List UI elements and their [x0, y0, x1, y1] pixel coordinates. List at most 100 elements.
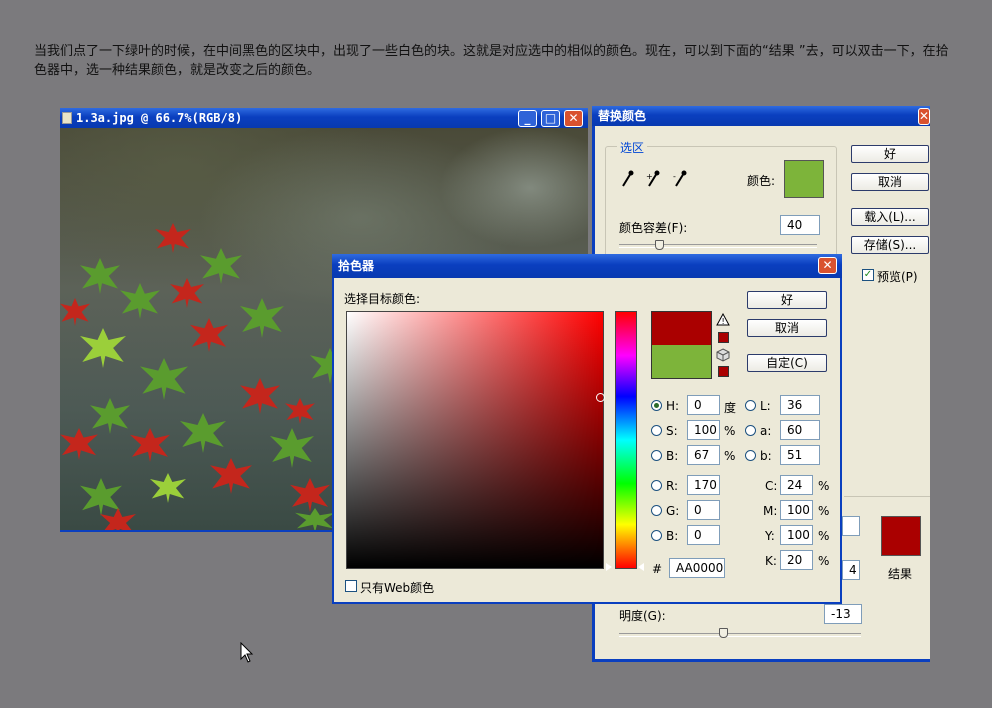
web-only-label: 只有Web颜色: [360, 581, 435, 595]
leaf: [170, 278, 204, 308]
brightness-field[interactable]: 67: [687, 445, 720, 465]
saturation-field[interactable]: 4: [842, 560, 860, 580]
replace-color-close-button[interactable]: ✕: [918, 108, 930, 125]
mouse-pointer-icon: [240, 641, 254, 664]
yellow-label: Y:: [765, 529, 775, 543]
gamut-color-swatch[interactable]: [718, 332, 729, 343]
hue-field[interactable]: 0: [687, 395, 720, 415]
current-color-preview[interactable]: [651, 345, 712, 379]
close-button[interactable]: ✕: [564, 110, 583, 127]
replace-cancel-button[interactable]: 取消: [851, 173, 929, 191]
leaf: [240, 298, 284, 338]
preview-label: 预览(P): [877, 270, 918, 284]
leaf: [210, 458, 252, 494]
image-window-titlebar[interactable]: 1.3a.jpg @ 66.7%(RGB/8) _ □ ✕: [60, 108, 588, 128]
leaf: [180, 413, 226, 453]
lab-a-field[interactable]: 60: [780, 420, 820, 440]
result-color-swatch[interactable]: [881, 516, 921, 556]
image-window-title: 1.3a.jpg @ 66.7%(RGB/8): [76, 111, 243, 125]
blue-label: B:: [666, 529, 679, 543]
red-field[interactable]: 170: [687, 475, 720, 495]
fuzziness-field[interactable]: 40: [780, 215, 820, 235]
green-radio[interactable]: [651, 505, 662, 516]
select-target-color-label: 选择目标颜色:: [344, 292, 421, 306]
replace-color-titlebar[interactable]: 替换颜色 ✕: [592, 106, 930, 126]
lab-b-field[interactable]: 51: [780, 445, 820, 465]
saturation-label: S:: [666, 424, 678, 438]
leaf: [190, 318, 228, 352]
leaf: [285, 398, 315, 424]
cyan-label: C:: [765, 479, 778, 493]
intro-paragraph: 当我们点了一下绿叶的时候，在中间黑色的区块中，出现了一些白色的块。这就是对应选中…: [34, 44, 949, 78]
leaf: [80, 478, 122, 516]
selection-color-swatch[interactable]: [784, 160, 824, 198]
fuzziness-slider-thumb[interactable]: [655, 240, 664, 250]
leaf: [270, 428, 314, 468]
cyan-unit: %: [818, 479, 830, 493]
leaf: [295, 508, 335, 530]
black-field[interactable]: 20: [780, 550, 813, 570]
lab-l-radio[interactable]: [745, 400, 756, 411]
gamut-warning-icon[interactable]: !: [716, 312, 730, 326]
leaf: [60, 428, 98, 460]
svg-text:!: !: [722, 317, 725, 326]
leaf: [200, 248, 242, 284]
hue-slider[interactable]: [615, 311, 637, 569]
web-safe-color-swatch[interactable]: [718, 366, 729, 377]
green-field[interactable]: 0: [687, 500, 720, 520]
hex-field[interactable]: AA0000: [669, 558, 725, 578]
leaf: [130, 428, 170, 462]
hue-slider-left-arrow[interactable]: [606, 563, 612, 571]
lab-l-field[interactable]: 36: [780, 395, 820, 415]
lightness-field[interactable]: -13: [824, 604, 862, 624]
save-button[interactable]: 存储(S)...: [851, 236, 929, 254]
picker-cancel-button[interactable]: 取消: [747, 319, 827, 337]
picker-ok-button[interactable]: 好: [747, 291, 827, 309]
replace-ok-button[interactable]: 好: [851, 145, 929, 163]
saturation-brightness-field[interactable]: [346, 311, 604, 569]
color-picker-titlebar[interactable]: 拾色器 ✕: [332, 254, 842, 278]
load-button[interactable]: 载入(L)...: [851, 208, 929, 226]
leaf: [120, 283, 160, 319]
lab-a-radio[interactable]: [745, 425, 756, 436]
color-picker-title: 拾色器: [338, 259, 375, 273]
result-label: 结果: [888, 567, 913, 581]
saturation-value-field[interactable]: 100: [687, 420, 720, 440]
minimize-button[interactable]: _: [518, 110, 537, 127]
color-picker-close-button[interactable]: ✕: [818, 257, 837, 274]
saturation-radio[interactable]: [651, 425, 662, 436]
red-radio[interactable]: [651, 480, 662, 491]
brightness-unit: %: [724, 449, 736, 463]
hue-shift-field[interactable]: [842, 516, 860, 536]
selection-group-label: 选区: [617, 139, 648, 156]
red-label: R:: [666, 479, 679, 493]
blue-radio[interactable]: [651, 530, 662, 541]
maximize-button[interactable]: □: [541, 110, 560, 127]
lightness-slider-thumb[interactable]: [719, 628, 728, 638]
color-field-marker[interactable]: [596, 393, 605, 402]
blue-field[interactable]: 0: [687, 525, 720, 545]
hue-radio[interactable]: [651, 400, 662, 411]
eyedropper-minus-icon[interactable]: -: [673, 170, 689, 188]
web-only-checkbox[interactable]: [345, 580, 357, 592]
magenta-field[interactable]: 100: [780, 500, 813, 520]
yellow-field[interactable]: 100: [780, 525, 813, 545]
magenta-label: M:: [763, 504, 778, 518]
web-safe-cube-icon[interactable]: [716, 348, 730, 362]
fuzziness-slider-track[interactable]: [619, 244, 817, 248]
custom-colors-button[interactable]: 自定(C): [747, 354, 827, 372]
preview-checkbox[interactable]: ✓: [862, 269, 874, 281]
hue-slider-right-arrow[interactable]: [638, 563, 644, 571]
leaf: [80, 258, 120, 294]
cyan-field[interactable]: 24: [780, 475, 813, 495]
brightness-radio[interactable]: [651, 450, 662, 461]
leaf: [90, 398, 130, 434]
eyedropper-plus-icon[interactable]: +: [646, 170, 662, 188]
leaf: [290, 478, 330, 512]
lab-b-label: b:: [760, 449, 772, 463]
lightness-slider-track[interactable]: [619, 633, 861, 637]
selection-color-label: 颜色:: [747, 174, 776, 188]
eyedropper-icon[interactable]: [620, 170, 634, 188]
leaf: [240, 378, 280, 414]
lab-b-radio[interactable]: [745, 450, 756, 461]
